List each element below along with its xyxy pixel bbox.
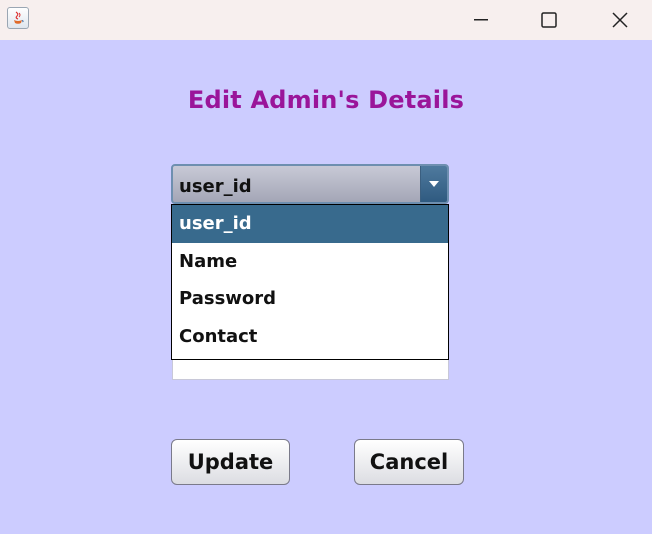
field-select-value: user_id xyxy=(179,176,252,197)
dropdown-option-password[interactable]: Password xyxy=(172,280,448,318)
close-button[interactable] xyxy=(597,0,643,40)
field-select-dropdown: user_id Name Password Contact xyxy=(171,204,449,360)
dropdown-option-name[interactable]: Name xyxy=(172,243,448,281)
cancel-button[interactable]: Cancel xyxy=(354,439,464,485)
chevron-down-icon xyxy=(429,181,439,187)
maximize-button[interactable] xyxy=(526,0,572,40)
update-button[interactable]: Update xyxy=(171,439,290,485)
dropdown-option-user-id[interactable]: user_id xyxy=(172,205,448,243)
dropdown-arrow-button[interactable] xyxy=(420,166,447,202)
page-title: Edit Admin's Details xyxy=(187,86,465,114)
java-app-icon[interactable] xyxy=(7,7,29,29)
dropdown-option-contact[interactable]: Contact xyxy=(172,318,448,356)
minimize-icon xyxy=(474,19,488,21)
close-icon xyxy=(612,12,628,28)
form-panel: Edit Admin's Details user_id user_id Nam… xyxy=(0,40,652,534)
maximize-icon xyxy=(541,12,557,28)
title-bar xyxy=(0,0,652,40)
minimize-button[interactable] xyxy=(458,0,504,40)
field-select[interactable]: user_id xyxy=(171,164,449,204)
